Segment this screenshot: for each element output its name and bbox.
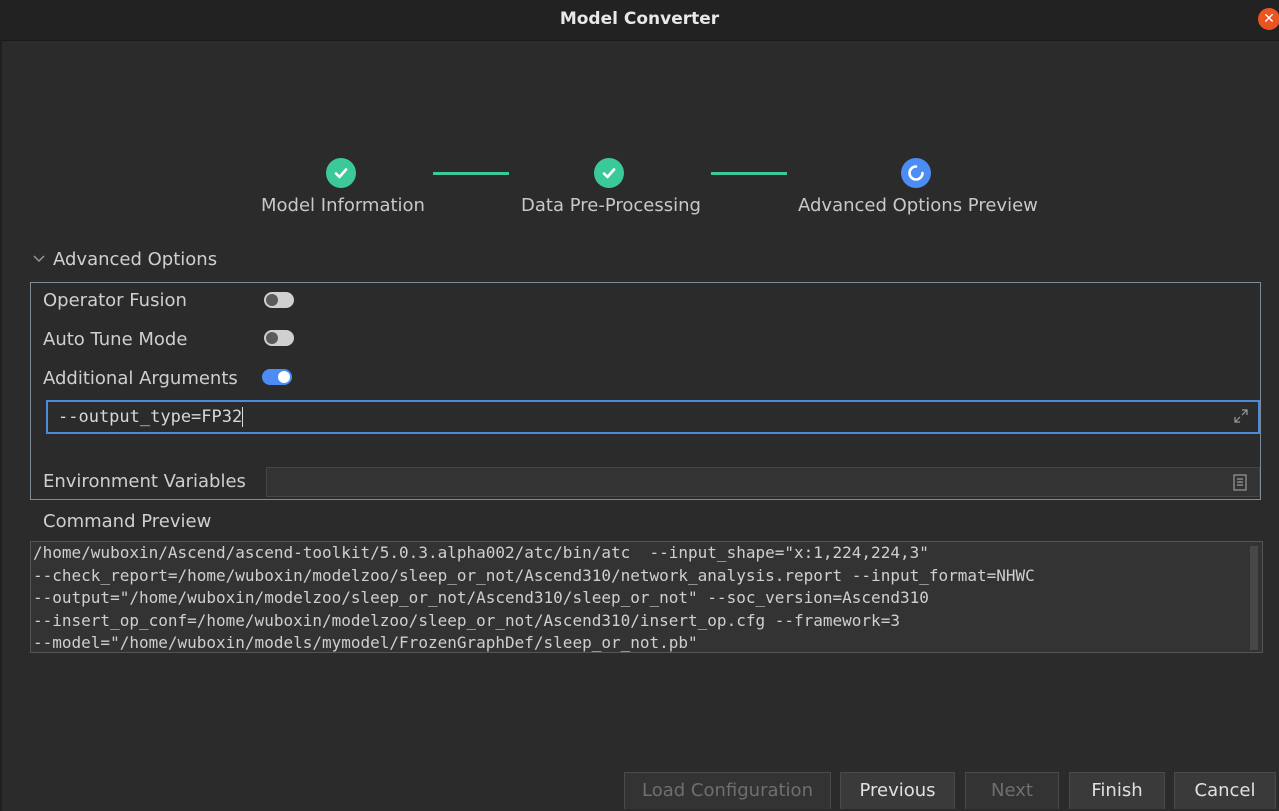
operator-fusion-toggle[interactable] bbox=[264, 292, 294, 308]
cancel-button[interactable]: Cancel bbox=[1174, 772, 1276, 809]
additional-arguments-value: --output_type=FP32 bbox=[58, 407, 243, 427]
finish-button[interactable]: Finish bbox=[1069, 772, 1165, 809]
load-configuration-button[interactable]: Load Configuration bbox=[624, 772, 831, 809]
chevron-down-icon bbox=[33, 252, 45, 267]
step-2-check-icon bbox=[594, 158, 624, 188]
title-bar: Model Converter ✕ bbox=[0, 0, 1279, 41]
close-icon[interactable]: ✕ bbox=[1258, 8, 1279, 30]
preview-scrollbar[interactable] bbox=[1250, 546, 1258, 650]
window-edge bbox=[0, 40, 2, 811]
additional-arguments-label: Additional Arguments bbox=[43, 368, 238, 389]
additional-arguments-input[interactable]: --output_type=FP32 bbox=[46, 400, 1260, 434]
step-connector-2 bbox=[711, 172, 787, 175]
auto-tune-toggle[interactable] bbox=[264, 330, 294, 346]
command-preview-label: Command Preview bbox=[43, 511, 212, 532]
command-line: --insert_op_conf=/home/wuboxin/modelzoo/… bbox=[33, 610, 900, 630]
advanced-options-header[interactable]: Advanced Options bbox=[33, 249, 217, 270]
window-title: Model Converter bbox=[559, 9, 720, 29]
environment-variables-input[interactable] bbox=[266, 467, 1260, 497]
next-button[interactable]: Next bbox=[965, 772, 1059, 809]
document-icon[interactable] bbox=[1233, 474, 1247, 491]
command-line: /home/wuboxin/Ascend/ascend-toolkit/5.0.… bbox=[33, 543, 929, 562]
command-preview-box[interactable]: /home/wuboxin/Ascend/ascend-toolkit/5.0.… bbox=[30, 541, 1263, 653]
additional-arguments-toggle[interactable] bbox=[262, 369, 292, 385]
step-connector-1 bbox=[433, 172, 509, 175]
command-line: --output="/home/wuboxin/modelzoo/sleep_o… bbox=[33, 588, 929, 607]
environment-variables-label: Environment Variables bbox=[43, 471, 246, 492]
command-line: --model="/home/wuboxin/models/mymodel/Fr… bbox=[33, 633, 698, 652]
step-1-label: Model Information bbox=[261, 195, 425, 216]
operator-fusion-label: Operator Fusion bbox=[43, 290, 187, 311]
expand-icon[interactable] bbox=[1234, 409, 1248, 423]
step-3-progress-icon bbox=[901, 158, 931, 188]
step-3-label: Advanced Options Preview bbox=[798, 195, 1038, 216]
step-2-label: Data Pre-Processing bbox=[521, 195, 701, 216]
advanced-options-title: Advanced Options bbox=[53, 249, 218, 270]
previous-button[interactable]: Previous bbox=[840, 772, 955, 809]
step-1-check-icon bbox=[326, 158, 356, 188]
auto-tune-label: Auto Tune Mode bbox=[43, 329, 188, 350]
command-line: --check_report=/home/wuboxin/modelzoo/sl… bbox=[33, 565, 1035, 585]
